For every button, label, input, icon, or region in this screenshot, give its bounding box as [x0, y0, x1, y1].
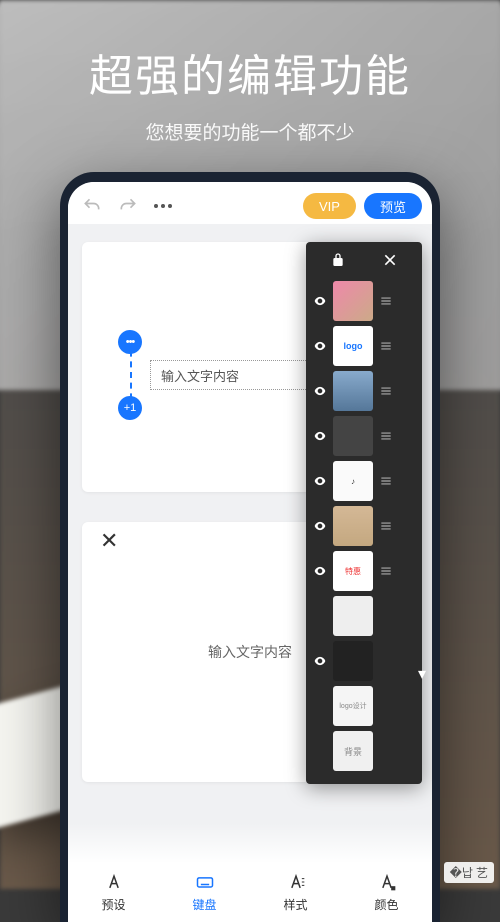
layer-row[interactable] — [312, 281, 416, 321]
drag-handle-icon[interactable] — [378, 384, 394, 398]
tab-label: 键盘 — [192, 896, 216, 913]
drag-handle-icon[interactable] — [378, 474, 394, 488]
lock-icon[interactable] — [330, 252, 346, 273]
visibility-icon[interactable] — [312, 339, 328, 353]
tab-preset[interactable]: 预设 — [68, 863, 159, 922]
layer-thumbnail[interactable]: 背景 — [333, 731, 373, 771]
watermark: �납 艺 — [444, 862, 494, 883]
app-screen: VIP 预览 +1 输入文字内容 ✕ 输入文字内容 — [68, 182, 432, 922]
layer-thumbnail[interactable]: 特惠 — [333, 551, 373, 591]
visibility-icon[interactable] — [312, 384, 328, 398]
layer-row[interactable]: logo设计 — [312, 686, 416, 726]
undo-button[interactable] — [78, 192, 106, 220]
layer-thumbnail[interactable] — [333, 416, 373, 456]
layer-thumbnail[interactable]: logo — [333, 326, 373, 366]
layer-row[interactable] — [312, 641, 416, 681]
drag-handle-icon[interactable] — [378, 339, 394, 353]
editor-toolbar: VIP 预览 — [68, 182, 432, 224]
layer-thumbnail[interactable] — [333, 371, 373, 411]
layer-thumbnail[interactable]: ♪ — [333, 461, 373, 501]
visibility-icon[interactable] — [312, 474, 328, 488]
layer-row[interactable]: ♪ — [312, 461, 416, 501]
promo-header: 超强的编辑功能 您想要的功能一个都不少 — [0, 0, 500, 145]
widget-options-handle[interactable] — [118, 330, 142, 354]
watermark-icon: �납 — [450, 864, 473, 881]
layer-thumbnail[interactable] — [333, 596, 373, 636]
visibility-icon[interactable] — [312, 519, 328, 533]
layer-row[interactable]: 特惠 — [312, 551, 416, 591]
chevron-down-icon[interactable]: ▾ — [418, 664, 426, 684]
tab-color[interactable]: 颜色 — [341, 863, 432, 922]
promo-subtitle: 您想要的功能一个都不少 — [0, 118, 500, 145]
tab-style[interactable]: 样式 — [250, 863, 341, 922]
visibility-icon[interactable] — [312, 294, 328, 308]
tab-label: 样式 — [283, 896, 307, 913]
tab-keyboard[interactable]: 键盘 — [159, 863, 250, 922]
drag-handle-icon[interactable] — [378, 519, 394, 533]
panel-close-icon[interactable] — [382, 252, 398, 273]
drag-handle-icon[interactable] — [378, 294, 394, 308]
layer-thumbnail[interactable]: logo设计 — [333, 686, 373, 726]
drag-handle-icon[interactable] — [378, 429, 394, 443]
layer-row[interactable] — [312, 416, 416, 456]
tab-label: 颜色 — [374, 896, 398, 913]
widget-add-handle[interactable]: +1 — [118, 396, 142, 420]
layer-row[interactable] — [312, 371, 416, 411]
layer-thumbnail[interactable] — [333, 281, 373, 321]
vip-badge[interactable]: VIP — [303, 193, 356, 219]
visibility-icon[interactable] — [312, 654, 328, 668]
tab-label: 预设 — [101, 896, 125, 913]
drag-handle-icon[interactable] — [378, 564, 394, 578]
visibility-icon[interactable] — [312, 429, 328, 443]
visibility-icon[interactable] — [312, 564, 328, 578]
layer-row[interactable] — [312, 596, 416, 636]
preview-button[interactable]: 预览 — [364, 193, 422, 219]
layers-panel[interactable]: logo ♪ — [306, 242, 422, 784]
phone-mockup: VIP 预览 +1 输入文字内容 ✕ 输入文字内容 — [60, 172, 440, 922]
layer-row[interactable] — [312, 506, 416, 546]
layer-row[interactable]: 背景 — [312, 731, 416, 771]
promo-title: 超强的编辑功能 — [0, 40, 500, 104]
layer-thumbnail[interactable] — [333, 506, 373, 546]
more-menu-button[interactable] — [154, 204, 172, 208]
redo-button[interactable] — [114, 192, 142, 220]
layer-row[interactable]: logo — [312, 326, 416, 366]
close-icon[interactable]: ✕ — [100, 528, 118, 554]
layers-panel-header — [312, 250, 416, 281]
layer-thumbnail[interactable] — [333, 641, 373, 681]
bottom-tab-bar: 预设 键盘 样式 颜色 — [68, 862, 432, 922]
